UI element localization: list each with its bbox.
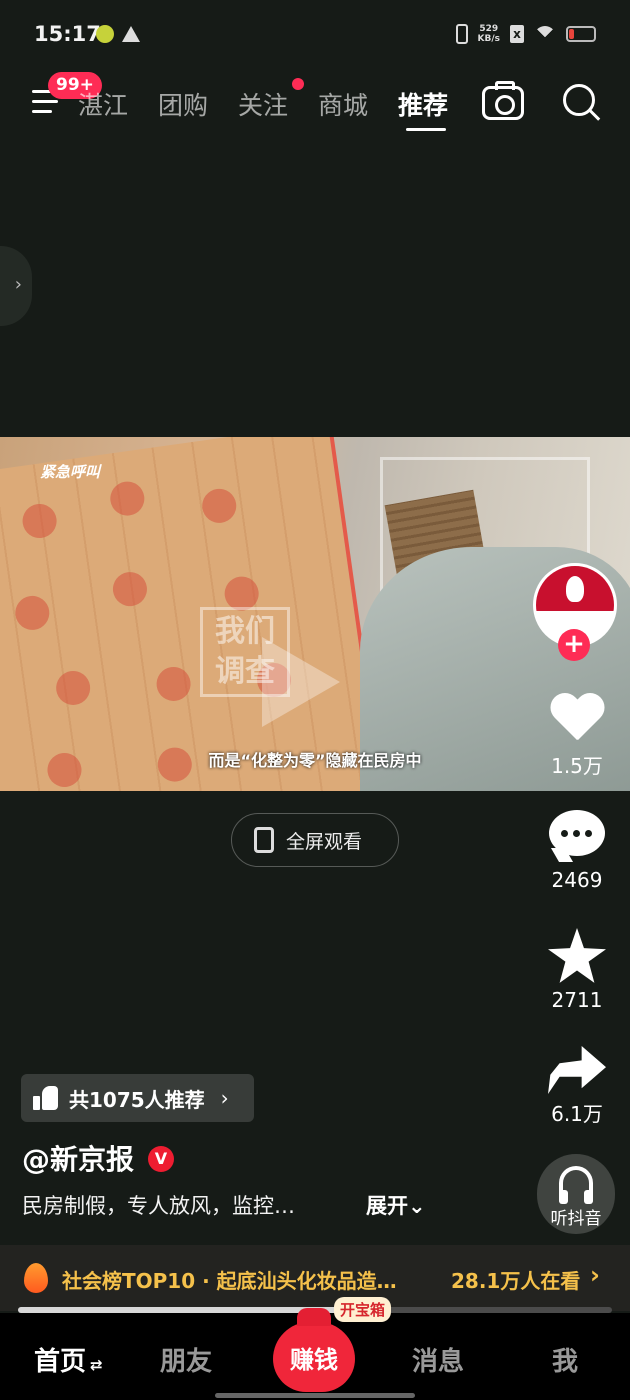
battery-level bbox=[569, 29, 575, 39]
treasure-badge[interactable]: 开宝箱 bbox=[334, 1297, 392, 1322]
headphone-icon bbox=[559, 1166, 593, 1204]
video-scroll-paper bbox=[0, 437, 385, 791]
comment-count: 2469 bbox=[551, 868, 603, 892]
nav-friends[interactable]: 朋友 bbox=[160, 1341, 212, 1378]
comment-button[interactable]: 2469 bbox=[540, 810, 614, 892]
like-count: 1.5万 bbox=[551, 754, 603, 778]
status-time: 15:17 bbox=[34, 22, 101, 46]
flame-icon bbox=[566, 576, 584, 602]
bottom-nav: 首页 ⇄ 朋友 赚钱 开宝箱 消息 我 bbox=[0, 1297, 630, 1400]
hot-list-bar[interactable]: 社会榜TOP10 · 起底汕头化妆品造… 28.1万人在看 › bbox=[0, 1245, 630, 1311]
channel-logo: 紧急呼叫 bbox=[40, 463, 101, 481]
listen-button[interactable]: 听抖音 bbox=[537, 1154, 615, 1234]
thumbs-up-icon bbox=[33, 1086, 59, 1110]
active-tab-indicator bbox=[406, 128, 446, 131]
share-icon bbox=[548, 1046, 606, 1094]
no-sim-icon: x bbox=[510, 25, 524, 43]
nav-home-label: 首页 bbox=[34, 1347, 87, 1377]
vibrate-icon bbox=[455, 24, 468, 44]
expand-label: 展开 bbox=[366, 1194, 408, 1218]
verified-badge: V bbox=[148, 1146, 174, 1172]
top-nav: 99+ 湛江 团购 关注 商城 推荐 bbox=[0, 72, 630, 132]
recommend-pill[interactable]: 共1075人推荐 › bbox=[21, 1074, 254, 1122]
tab-group-buy[interactable]: 团购 bbox=[158, 86, 208, 122]
status-left-icons bbox=[96, 25, 140, 43]
nav-home[interactable]: 首页 ⇄ bbox=[34, 1341, 103, 1378]
fullscreen-button[interactable]: 全屏观看 bbox=[231, 813, 399, 867]
post-description: 民房制假，专人放风，监控… bbox=[22, 1194, 295, 1218]
switch-icon: ⇄ bbox=[90, 1356, 103, 1374]
nav-earn-label: 赚钱 bbox=[290, 1346, 338, 1374]
hot-viewers: 28.1万人在看 bbox=[451, 1269, 581, 1293]
tab-following[interactable]: 关注 bbox=[238, 86, 288, 122]
favorite-count: 2711 bbox=[551, 988, 603, 1012]
video-subtitle: 而是“化整为零”隐藏在民房中 bbox=[208, 751, 422, 770]
share-count: 6.1万 bbox=[551, 1102, 603, 1126]
fullscreen-label: 全屏观看 bbox=[286, 830, 363, 853]
nav-earn-button[interactable]: 赚钱 bbox=[273, 1308, 355, 1392]
chevron-right-icon: › bbox=[14, 274, 22, 295]
nav-messages[interactable]: 消息 bbox=[412, 1341, 464, 1378]
chevron-right-icon: › bbox=[220, 1086, 229, 1110]
status-bar: 15:17 529 KB/s x bbox=[0, 0, 630, 72]
status-right-icons: 529 KB/s x bbox=[455, 24, 596, 48]
nav-me[interactable]: 我 bbox=[552, 1341, 578, 1378]
author-name[interactable]: @新京报 bbox=[22, 1138, 134, 1178]
app-notification-icon bbox=[96, 25, 114, 43]
battery-icon bbox=[566, 26, 596, 42]
favorite-button[interactable]: 2711 bbox=[540, 928, 614, 1012]
home-indicator bbox=[215, 1393, 415, 1398]
comment-icon bbox=[549, 810, 605, 856]
heart-icon bbox=[549, 694, 605, 746]
tab-mall[interactable]: 商城 bbox=[318, 86, 368, 122]
play-icon[interactable] bbox=[262, 637, 340, 727]
tab-local[interactable]: 湛江 bbox=[78, 86, 128, 122]
following-new-dot bbox=[292, 78, 304, 90]
warning-icon bbox=[122, 26, 140, 42]
recommend-text: 共1075人推荐 bbox=[69, 1087, 205, 1112]
rotate-screen-icon bbox=[254, 827, 274, 853]
expand-button[interactable]: 展开⌄ bbox=[366, 1190, 426, 1220]
star-icon bbox=[548, 928, 606, 983]
net-speed-unit: KB/s bbox=[477, 34, 500, 44]
tab-recommend[interactable]: 推荐 bbox=[398, 86, 448, 122]
camera-icon[interactable] bbox=[482, 81, 524, 120]
wifi-icon bbox=[534, 26, 556, 48]
chevron-down-icon: ⌄ bbox=[408, 1194, 426, 1218]
like-button[interactable]: 1.5万 bbox=[540, 694, 614, 779]
share-button[interactable]: 6.1万 bbox=[540, 1046, 614, 1127]
follow-button[interactable]: + bbox=[558, 629, 590, 661]
hot-topic-text: 社会榜TOP10 · 起底汕头化妆品造… bbox=[62, 1269, 397, 1293]
net-speed-value: 529 bbox=[479, 24, 499, 34]
chevron-right-icon: › bbox=[590, 1261, 600, 1289]
search-icon[interactable] bbox=[563, 84, 603, 124]
net-speed: 529 KB/s bbox=[478, 24, 500, 44]
fire-icon bbox=[24, 1263, 48, 1293]
listen-label: 听抖音 bbox=[550, 1209, 602, 1229]
side-panel-toggle[interactable]: › bbox=[0, 246, 32, 326]
